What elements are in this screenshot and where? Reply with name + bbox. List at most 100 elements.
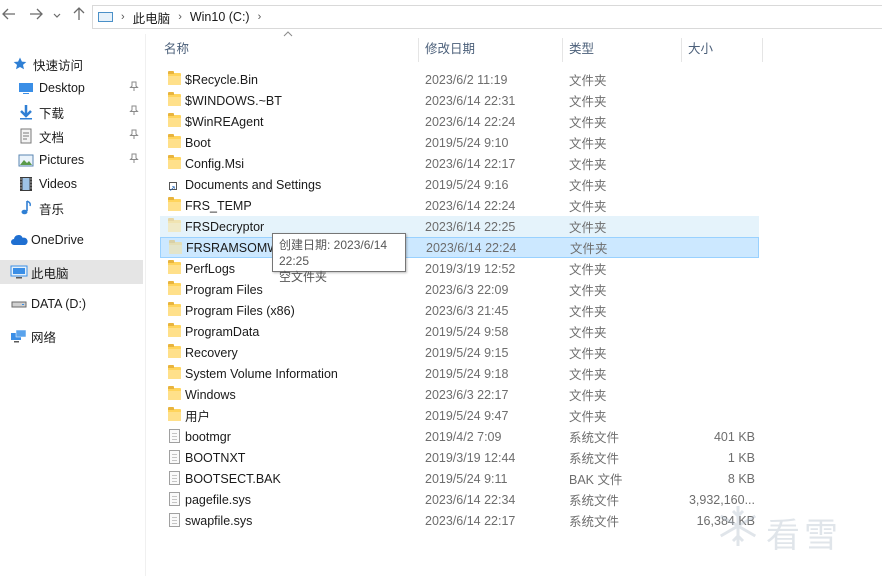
file-date: 2023/6/3 21:45 — [425, 303, 509, 318]
file-name: bootmgr — [185, 429, 231, 444]
folder-icon — [168, 281, 182, 296]
file-row[interactable]: FRSRAMSOMW 2023/6/14 22:24 文件夹 — [160, 237, 759, 258]
file-row[interactable]: Program Files 2023/6/3 22:09 文件夹 — [160, 279, 759, 300]
file-name: swapfile.sys — [185, 513, 253, 528]
file-type: 文件夹 — [569, 95, 607, 109]
nav-item-videos[interactable]: Videos — [0, 172, 143, 196]
pin-icon[interactable] — [129, 81, 139, 94]
file-type: BAK 文件 — [569, 473, 623, 487]
nav-item-label: 快速访问 — [33, 58, 84, 73]
nav-item-label: 此电脑 — [31, 266, 69, 281]
nav-item-label: 文档 — [39, 130, 65, 145]
file-name: $WinREAgent — [185, 114, 264, 129]
file-icon — [168, 492, 182, 506]
file-row[interactable]: pagefile.sys 2023/6/14 22:34 系统文件 3,932,… — [160, 489, 759, 510]
nav-item-label: Pictures — [39, 153, 85, 167]
file-row[interactable]: Windows 2023/6/3 22:17 文件夹 — [160, 384, 759, 405]
arrow-up-icon — [73, 7, 85, 20]
file-date: 2023/6/14 22:34 — [425, 492, 516, 507]
file-row[interactable]: $WINDOWS.~BT 2023/6/14 22:31 文件夹 — [160, 90, 759, 111]
nav-item-label: 网络 — [31, 330, 57, 345]
file-row[interactable]: $WinREAgent 2023/6/14 22:24 文件夹 — [160, 111, 759, 132]
file-row[interactable]: ProgramData 2019/5/24 9:58 文件夹 — [160, 321, 759, 342]
pictures-icon — [18, 152, 34, 168]
file-date: 2019/5/24 9:16 — [425, 177, 509, 192]
desktop-icon — [18, 80, 34, 96]
nav-item-data-drive[interactable]: DATA (D:) — [0, 292, 143, 316]
tooltip-folder-status: 空文件夹 — [279, 270, 328, 284]
nav-item-desktop[interactable]: Desktop — [0, 76, 143, 100]
file-row[interactable]: $Recycle.Bin 2023/6/2 11:19 文件夹 — [160, 69, 759, 90]
file-name: FRS_TEMP — [185, 198, 252, 213]
navigation-pane: 快速访问 Desktop 下载 文档 Pictures Videos 音乐 On… — [0, 34, 146, 576]
column-header-name[interactable]: 名称 — [158, 34, 418, 64]
file-row[interactable]: PerfLogs 2019/3/19 12:52 文件夹 — [160, 258, 759, 279]
recent-locations-button[interactable] — [50, 6, 64, 28]
file-row[interactable]: BOOTSECT.BAK 2019/5/24 9:11 BAK 文件 8 KB — [160, 468, 759, 489]
nav-item-quick-access[interactable]: 快速访问 — [0, 52, 143, 76]
file-type: 系统文件 — [569, 515, 620, 529]
folder-icon — [168, 155, 182, 170]
folder-icon — [168, 260, 182, 275]
back-button[interactable] — [0, 6, 18, 28]
nav-item-documents[interactable]: 文档 — [0, 124, 143, 148]
file-row[interactable]: Config.Msi 2023/6/14 22:17 文件夹 — [160, 153, 759, 174]
file-name: PerfLogs — [185, 261, 236, 276]
nav-item-music[interactable]: 音乐 — [0, 196, 143, 220]
arrow-left-icon — [2, 8, 15, 20]
pin-icon[interactable] — [129, 105, 139, 118]
shortcut-folder-icon — [168, 177, 182, 193]
music-icon — [18, 200, 34, 216]
file-row[interactable]: System Volume Information 2019/5/24 9:18… — [160, 363, 759, 384]
nav-item-downloads[interactable]: 下载 — [0, 100, 143, 124]
breadcrumb-this-pc[interactable]: 此电脑 — [133, 8, 171, 27]
file-row[interactable]: FRSDecryptor 2023/6/14 22:25 文件夹 — [160, 216, 759, 237]
file-row[interactable]: Recovery 2019/5/24 9:15 文件夹 — [160, 342, 759, 363]
file-name: Documents and Settings — [185, 177, 322, 192]
folder-icon — [168, 407, 182, 422]
pin-icon[interactable] — [129, 153, 139, 166]
computer-icon — [97, 11, 113, 23]
file-row[interactable]: Documents and Settings 2019/5/24 9:16 文件… — [160, 174, 759, 195]
breadcrumb-drive-c[interactable]: Win10 (C:) — [190, 10, 250, 24]
column-divider[interactable] — [762, 38, 763, 62]
column-header-date[interactable]: 修改日期 — [419, 34, 562, 64]
file-row[interactable]: FRS_TEMP 2023/6/14 22:24 文件夹 — [160, 195, 759, 216]
file-type: 系统文件 — [569, 431, 620, 445]
column-header-size[interactable]: 大小 — [682, 34, 762, 64]
address-input[interactable]: › 此电脑 › Win10 (C:) › — [92, 5, 882, 29]
pin-icon[interactable] — [129, 129, 139, 142]
file-type: 文件夹 — [569, 200, 607, 214]
arrow-right-icon — [30, 8, 43, 20]
file-type: 系统文件 — [569, 494, 620, 508]
file-size: 1 KB — [727, 450, 755, 465]
snowflake-icon — [719, 506, 757, 546]
chevron-right-icon[interactable]: › — [258, 11, 262, 23]
file-row[interactable]: Program Files (x86) 2023/6/3 21:45 文件夹 — [160, 300, 759, 321]
file-name: Recovery — [185, 345, 238, 360]
up-button[interactable] — [70, 6, 88, 28]
file-row[interactable]: BOOTNXT 2019/3/19 12:44 系统文件 1 KB — [160, 447, 759, 468]
file-name: FRSDecryptor — [185, 219, 265, 234]
file-name: Program Files — [185, 282, 263, 297]
network-icon — [10, 328, 27, 344]
column-header-type[interactable]: 类型 — [563, 34, 681, 64]
folder-icon — [168, 71, 182, 86]
file-type: 文件夹 — [569, 410, 607, 424]
file-type: 系统文件 — [569, 452, 620, 466]
nav-item-onedrive[interactable]: OneDrive — [0, 228, 143, 252]
file-row[interactable]: 用户 2019/5/24 9:47 文件夹 — [160, 405, 759, 426]
file-type: 文件夹 — [569, 221, 607, 235]
file-name: BOOTSECT.BAK — [185, 471, 281, 486]
nav-item-network[interactable]: 网络 — [0, 324, 143, 348]
nav-item-this-pc[interactable]: 此电脑 — [0, 260, 143, 284]
file-date: 2019/5/24 9:47 — [425, 408, 509, 423]
forward-button[interactable] — [27, 6, 45, 28]
file-date: 2023/6/14 22:17 — [425, 156, 516, 171]
nav-item-pictures[interactable]: Pictures — [0, 148, 143, 172]
file-size: 8 KB — [727, 471, 755, 486]
file-row[interactable]: swapfile.sys 2023/6/14 22:17 系统文件 16,384… — [160, 510, 759, 531]
file-row[interactable]: bootmgr 2019/4/2 7:09 系统文件 401 KB — [160, 426, 759, 447]
file-row[interactable]: Boot 2019/5/24 9:10 文件夹 — [160, 132, 759, 153]
file-date: 2019/5/24 9:15 — [425, 345, 509, 360]
